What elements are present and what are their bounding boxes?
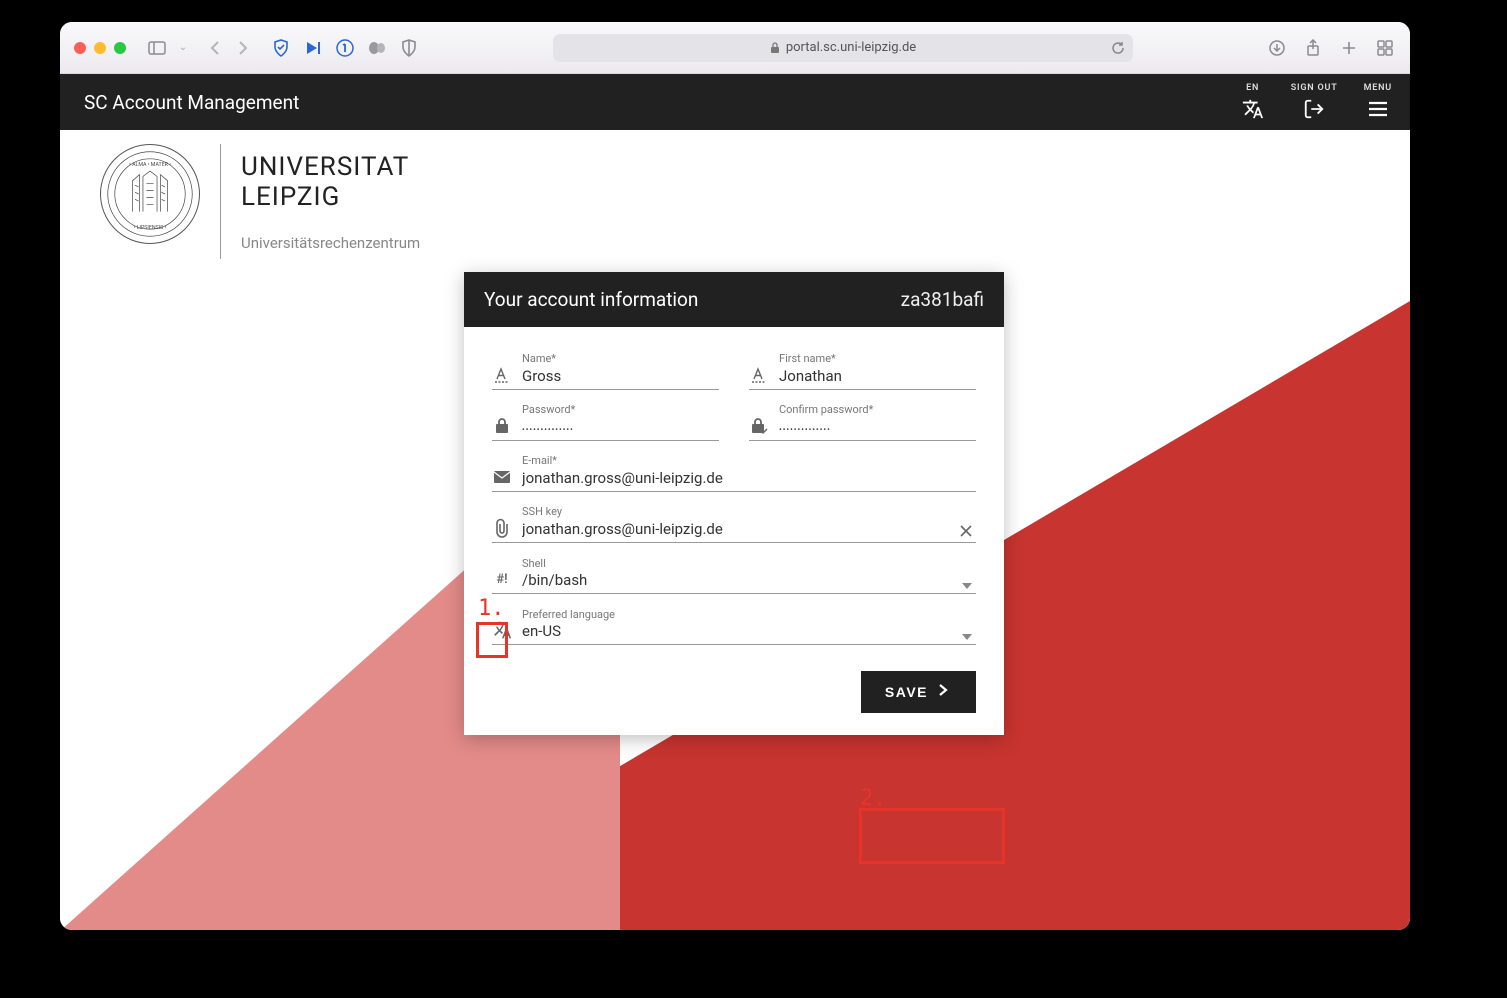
app-title: SC Account Management [84, 91, 299, 114]
save-button[interactable]: SAVE [861, 671, 976, 713]
name-input[interactable] [522, 367, 719, 385]
extension-icon-2[interactable] [398, 37, 420, 59]
menu-button[interactable]: MENU [1364, 83, 1392, 121]
lock-icon [492, 416, 512, 436]
window-controls [74, 42, 126, 54]
maximize-window-button[interactable] [114, 42, 126, 54]
account-info-card: Your account information za381bafi Name* [464, 272, 1004, 735]
university-seal-icon: • ALMA • MATER • • LIPSIENSIS • [100, 144, 200, 244]
sign-out-button[interactable]: SIGN OUT [1291, 83, 1338, 121]
attachment-icon[interactable] [492, 518, 512, 538]
text-format-icon [749, 365, 769, 385]
app-viewport: SC Account Management EN SIGN OUT MENU [60, 74, 1410, 930]
onepassword-icon[interactable] [334, 37, 356, 59]
university-logo: • ALMA • MATER • • LIPSIENSIS • UNIVERSI… [100, 144, 420, 259]
shell-select[interactable]: /bin/bash [522, 571, 948, 589]
translate-icon [1241, 97, 1265, 121]
lock-icon [770, 42, 780, 54]
close-window-button[interactable] [74, 42, 86, 54]
back-button[interactable] [204, 37, 226, 59]
email-input[interactable] [522, 469, 976, 487]
language-switcher[interactable]: EN [1241, 83, 1265, 121]
clear-sshkey-button[interactable] [956, 524, 976, 538]
card-header: Your account information za381bafi [464, 272, 1004, 327]
name-field-wrapper: Name* [492, 349, 719, 390]
hamburger-icon [1366, 97, 1390, 121]
extension-icon-1[interactable] [366, 37, 388, 59]
sshkey-field-wrapper: SSH key [492, 502, 976, 543]
email-field-wrapper: E-mail* [492, 451, 976, 492]
chevron-down-icon [958, 583, 976, 589]
sshkey-label: SSH key [522, 505, 562, 518]
confirm-password-field-wrapper: Confirm password* [749, 400, 976, 441]
logo-subtitle: Universitätsrechenzentrum [241, 234, 420, 252]
download-icon[interactable] [1266, 37, 1288, 59]
sidebar-toggle-icon[interactable] [146, 37, 168, 59]
email-label: E-mail* [522, 454, 557, 467]
email-icon [492, 467, 512, 487]
divider [220, 144, 221, 259]
minimize-window-button[interactable] [94, 42, 106, 54]
password-label: Password* [522, 403, 575, 416]
tab-overview-icon[interactable] [1374, 37, 1396, 59]
shell-label: Shell [522, 557, 546, 570]
svg-text:• LIPSIENSIS •: • LIPSIENSIS • [134, 225, 167, 231]
browser-toolbar: ⌄ [60, 22, 1410, 74]
firstname-label: First name* [779, 352, 836, 365]
language-field-wrapper[interactable]: Preferred language en-US [492, 604, 976, 645]
language-label: Preferred language [522, 608, 615, 621]
sshkey-input[interactable] [522, 520, 946, 538]
password-input[interactable] [522, 425, 719, 434]
text-format-icon [492, 365, 512, 385]
firstname-input[interactable] [779, 367, 976, 385]
chevron-right-icon [938, 683, 956, 701]
confirm-password-label: Confirm password* [779, 403, 873, 416]
language-select[interactable]: en-US [522, 622, 948, 640]
shield-icon[interactable] [270, 37, 292, 59]
chevron-down-icon [958, 634, 976, 640]
lock-check-icon [749, 416, 769, 436]
logo-line-2: LEIPZIG [241, 182, 420, 212]
forward-button[interactable] [232, 37, 254, 59]
url-text: portal.sc.uni-leipzig.de [786, 40, 916, 55]
reload-icon[interactable] [1111, 41, 1125, 55]
name-label: Name* [522, 352, 556, 365]
app-header: SC Account Management EN SIGN OUT MENU [60, 74, 1410, 130]
translate-icon [492, 620, 512, 640]
address-bar[interactable]: portal.sc.uni-leipzig.de [553, 34, 1133, 62]
password-field-wrapper: Password* [492, 400, 719, 441]
browser-window: ⌄ [60, 22, 1410, 930]
confirm-password-input[interactable] [779, 425, 976, 434]
shell-icon: #! [492, 569, 512, 589]
share-icon[interactable] [1302, 37, 1324, 59]
account-id: za381bafi [901, 288, 984, 311]
dropdown-icon[interactable]: ⌄ [172, 37, 194, 59]
signout-icon [1302, 97, 1326, 121]
svg-text:• ALMA • MATER •: • ALMA • MATER • [129, 162, 171, 168]
firstname-field-wrapper: First name* [749, 349, 976, 390]
new-tab-icon[interactable] [1338, 37, 1360, 59]
play-icon[interactable] [302, 37, 324, 59]
shell-field-wrapper[interactable]: #! Shell /bin/bash [492, 553, 976, 594]
logo-line-1: UNIVERSITAT [241, 152, 420, 182]
save-button-label: SAVE [885, 684, 928, 700]
card-title: Your account information [484, 288, 698, 311]
